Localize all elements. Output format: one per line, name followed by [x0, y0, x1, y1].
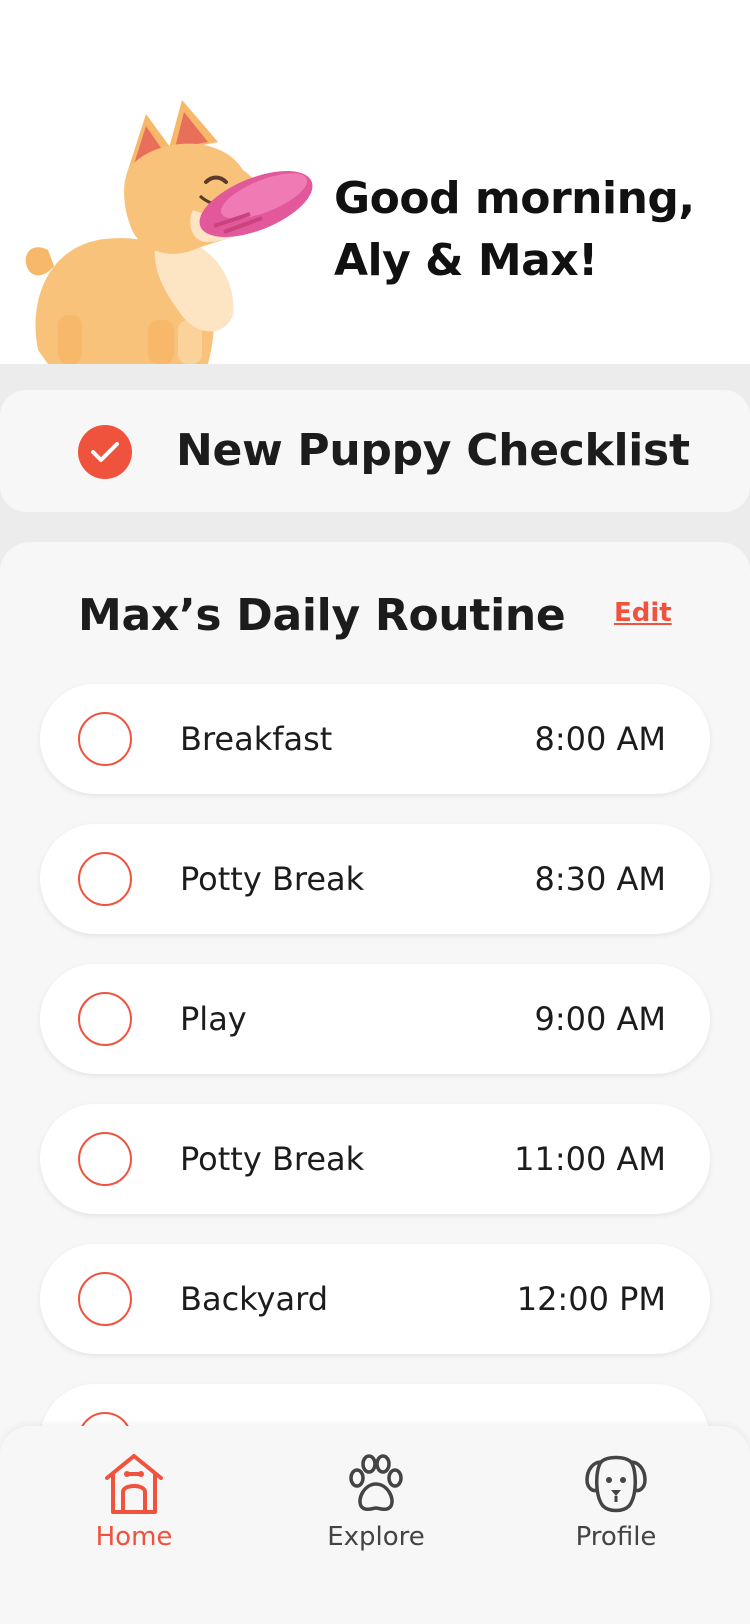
nav-label-explore: Explore: [327, 1522, 425, 1552]
greeting-line-1: Good morning,: [334, 173, 695, 224]
task-time: 8:30 AM: [534, 860, 666, 898]
task-checkbox[interactable]: [78, 852, 132, 906]
bottom-navigation: Home Explore Profile: [0, 1426, 750, 1624]
task-label: Potty Break: [180, 860, 365, 898]
nav-item-profile[interactable]: Profile: [536, 1452, 696, 1562]
checkmark-icon: [78, 425, 132, 479]
task-checkbox[interactable]: [78, 992, 132, 1046]
nav-label-home: Home: [95, 1522, 173, 1552]
task-checkbox[interactable]: [78, 1272, 132, 1326]
task-label: Potty Break: [180, 1140, 365, 1178]
nav-item-home[interactable]: Home: [54, 1452, 214, 1562]
dog-house-icon: [105, 1454, 163, 1514]
routine-task-backyard[interactable]: Backyard 12:00 PM: [40, 1244, 710, 1354]
routine-title: Max’s Daily Routine: [78, 590, 566, 641]
greeting-text: Good morning, Aly & Max!: [334, 168, 734, 292]
task-time: 8:00 AM: [534, 720, 666, 758]
task-time: 12:00 PM: [516, 1280, 666, 1318]
routine-task-play[interactable]: Play 9:00 AM: [40, 964, 710, 1074]
task-time: 11:00 AM: [514, 1140, 666, 1178]
corgi-illustration: [25, 100, 313, 364]
new-puppy-checklist-card[interactable]: New Puppy Checklist: [0, 390, 750, 512]
routine-task-breakfast[interactable]: Breakfast 8:00 AM: [40, 684, 710, 794]
task-label: Breakfast: [180, 720, 333, 758]
task-checkbox[interactable]: [78, 712, 132, 766]
greeting-line-2: Aly & Max!: [334, 235, 598, 286]
nav-item-explore[interactable]: Explore: [296, 1452, 456, 1562]
task-checkbox[interactable]: [78, 1132, 132, 1186]
routine-task-potty-break[interactable]: Potty Break 8:30 AM: [40, 824, 710, 934]
app-screen: Good morning, Aly & Max! New Puppy Check…: [0, 0, 750, 1624]
greeting-header: Good morning, Aly & Max!: [0, 0, 750, 364]
paw-icon: [349, 1454, 403, 1512]
task-label: Backyard: [180, 1280, 328, 1318]
task-time: 9:00 AM: [534, 1000, 666, 1038]
dog-face-icon: [585, 1455, 647, 1513]
edit-routine-link[interactable]: Edit: [614, 598, 672, 628]
task-label: Play: [180, 1000, 247, 1038]
nav-label-profile: Profile: [575, 1522, 657, 1552]
routine-task-potty-break-2[interactable]: Potty Break 11:00 AM: [40, 1104, 710, 1214]
checklist-title: New Puppy Checklist: [176, 425, 690, 476]
